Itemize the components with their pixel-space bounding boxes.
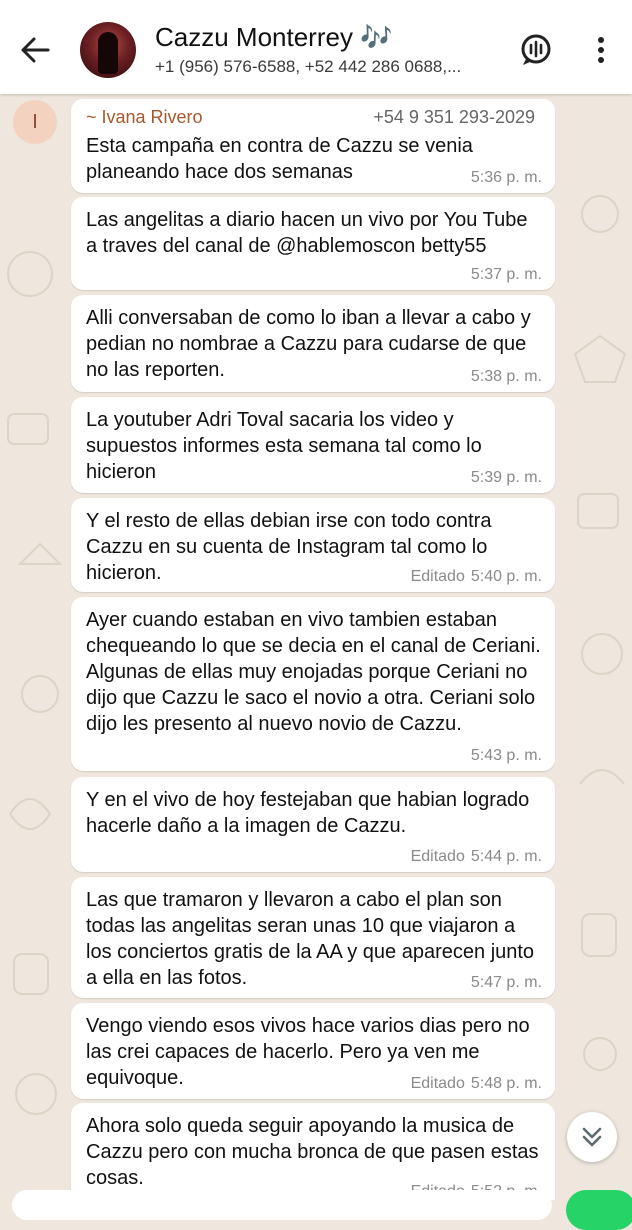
message-text: Las angelitas a diario hacen un vivo por…: [86, 209, 528, 257]
message-time: 5:40 p. m.: [470, 568, 542, 585]
edited-label: Editado: [410, 848, 465, 865]
message-meta: 5:39 p. m.: [465, 469, 542, 487]
sender-phone: +54 9 351 293-2029: [373, 107, 535, 127]
message-text: Y en el vivo de hoy festejaban que habia…: [86, 789, 530, 837]
sender-avatar[interactable]: I: [13, 100, 57, 144]
message-bubble[interactable]: Alli conversaban de como lo iban a lleva…: [71, 295, 555, 392]
message-meta: 5:38 p. m.: [465, 368, 542, 386]
message-text: Ahora solo queda seguir apoyando la musi…: [86, 1115, 539, 1189]
message-time: 5:44 p. m.: [470, 848, 542, 865]
message-input-bar[interactable]: [12, 1190, 552, 1220]
group-avatar[interactable]: [80, 22, 136, 78]
sender-name[interactable]: ~ Ivana Rivero: [86, 107, 203, 128]
message-time: 5:38 p. m.: [470, 368, 542, 385]
voice-call-button[interactable]: [516, 30, 556, 70]
avatar-figure: [98, 32, 118, 74]
message-bubble[interactable]: Vengo viendo esos vivos hace varios dias…: [71, 1003, 555, 1099]
message-time: 5:37 p. m.: [470, 266, 542, 283]
edited-label: Editado: [410, 1075, 465, 1092]
message-bubble[interactable]: Ahora solo queda seguir apoyando la musi…: [71, 1103, 555, 1200]
message-bubble[interactable]: Las angelitas a diario hacen un vivo por…: [71, 197, 555, 290]
message-bubble[interactable]: Y en el vivo de hoy festejaban que habia…: [71, 777, 555, 872]
message-time: 5:36 p. m.: [470, 169, 542, 186]
message-bubble[interactable]: Ayer cuando estaban en vivo tambien esta…: [71, 597, 555, 771]
message-bubble[interactable]: Las que tramaron y llevaron a cabo el pl…: [71, 877, 555, 998]
message-meta: Editado 5:44 p. m.: [411, 848, 542, 866]
arrow-left-icon: [21, 37, 50, 63]
chat-title[interactable]: Cazzu Monterrey 🎶: [155, 22, 393, 53]
edited-label: Editado: [410, 568, 465, 585]
message-meta: Editado 5:48 p. m.: [411, 1075, 542, 1093]
message-time: 5:39 p. m.: [470, 469, 542, 486]
message-meta: 5:37 p. m.: [465, 266, 542, 284]
message-meta: 5:36 p. m.: [465, 169, 542, 187]
message-time: 5:43 p. m.: [470, 747, 542, 764]
message-text: Ayer cuando estaban en vivo tambien esta…: [86, 609, 541, 735]
back-button[interactable]: [14, 28, 58, 72]
message-time: 5:48 p. m.: [470, 1075, 542, 1092]
message-list[interactable]: I ~ Ivana Rivero +54 9 351 293-2029 Esta…: [0, 94, 632, 1200]
message-bubble[interactable]: Y el resto de ellas debian irse con todo…: [71, 498, 555, 592]
chat-participants[interactable]: +1 (956) 576-6588, +52 442 286 0688,...: [155, 57, 461, 77]
chat-header: Cazzu Monterrey 🎶 +1 (956) 576-6588, +52…: [0, 0, 632, 94]
message-time: 5:47 p. m.: [470, 974, 542, 991]
message-meta: 5:47 p. m.: [465, 974, 542, 992]
double-chevron-down-icon: [582, 1127, 602, 1147]
message-meta: 5:43 p. m.: [465, 747, 542, 765]
send-voice-button[interactable]: [566, 1190, 632, 1230]
more-options-button[interactable]: [586, 30, 616, 70]
message-bubble[interactable]: La youtuber Adri Toval sacaria los video…: [71, 397, 555, 493]
more-vertical-icon: [598, 37, 604, 63]
voice-call-icon: [521, 34, 551, 65]
message-meta: Editado 5:40 p. m.: [411, 568, 542, 586]
message-bubble[interactable]: ~ Ivana Rivero +54 9 351 293-2029 Esta c…: [71, 99, 555, 193]
scroll-to-bottom-button[interactable]: [567, 1112, 617, 1162]
